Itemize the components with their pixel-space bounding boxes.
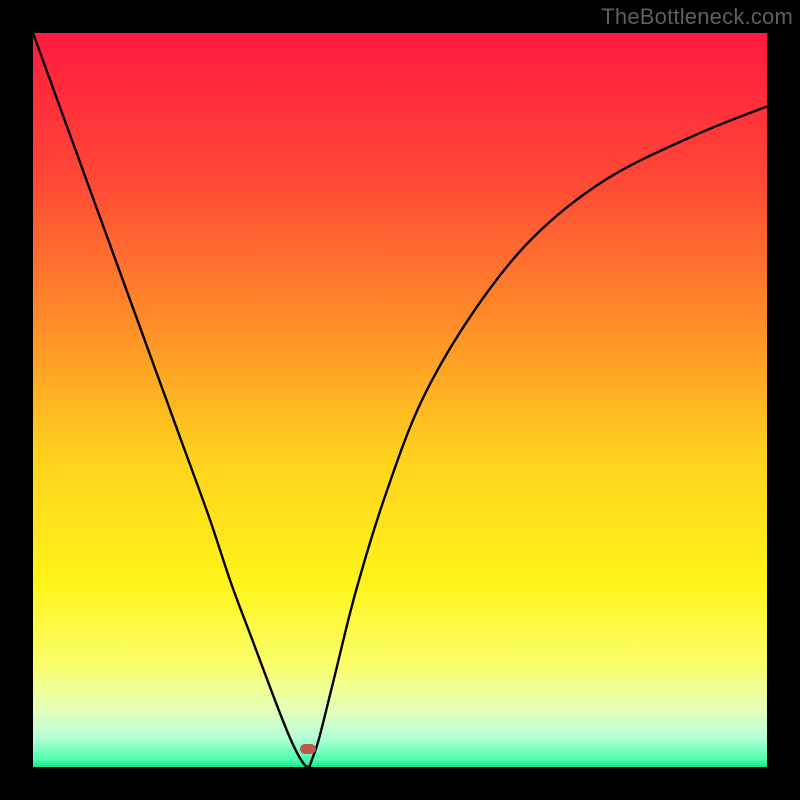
watermark-text: TheBottleneck.com [601, 4, 793, 30]
curve-layer [33, 33, 767, 767]
plot-area [33, 33, 767, 767]
chart-frame: TheBottleneck.com [0, 0, 800, 800]
optimum-marker [300, 744, 316, 754]
bottleneck-curve [33, 33, 767, 767]
